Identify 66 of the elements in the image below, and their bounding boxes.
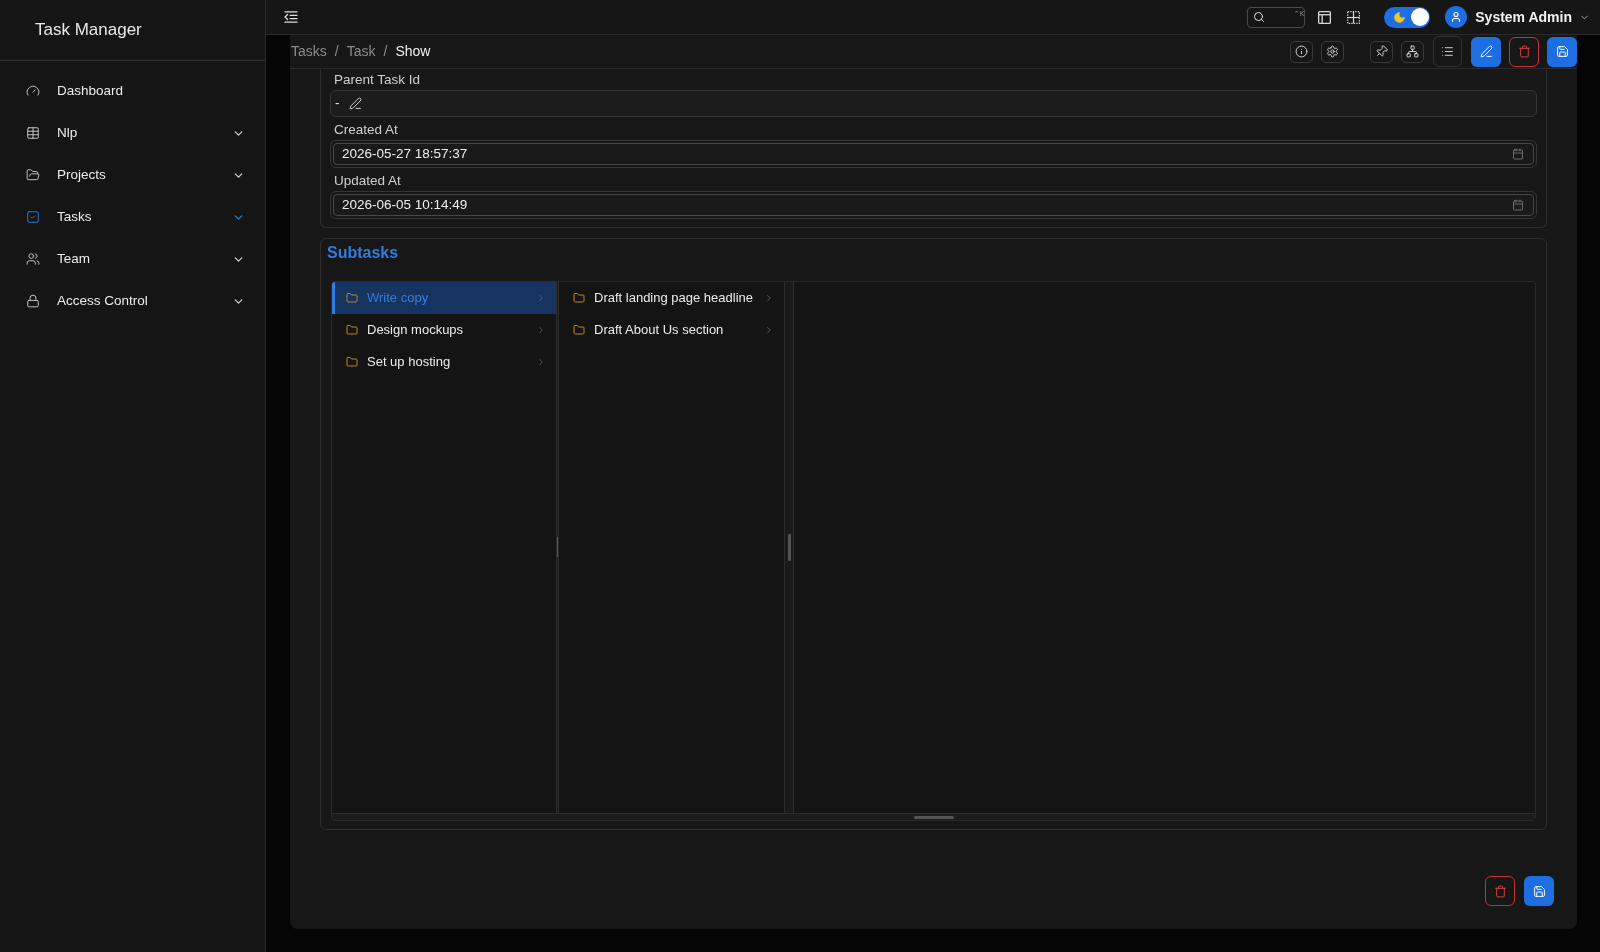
menu-icon[interactable] <box>284 11 298 23</box>
text-field[interactable]: - <box>330 90 1537 117</box>
delete-button[interactable] <box>1509 36 1539 67</box>
sidebar-item[interactable]: Access Control <box>0 280 265 322</box>
calendar-icon[interactable] <box>1512 199 1524 211</box>
list-icon <box>1441 45 1454 58</box>
folder-icon <box>346 292 358 304</box>
breadcrumb-link[interactable]: Task <box>346 41 376 62</box>
sidebar-item[interactable]: Team <box>0 238 265 280</box>
resize-handle[interactable] <box>788 534 791 561</box>
field-label: Created At <box>333 121 399 139</box>
sidebar-item[interactable]: Projects <box>0 154 265 196</box>
trash-icon <box>1493 884 1507 898</box>
hierarchy-button[interactable] <box>1401 40 1424 63</box>
sidebar-item[interactable]: Dashboard <box>0 70 265 112</box>
avatar-icon <box>1445 6 1468 28</box>
breadcrumb-current: Show <box>395 42 431 61</box>
scrollbar-thumb[interactable] <box>914 816 954 819</box>
folder-icon <box>573 292 585 304</box>
breadcrumb-separator: / <box>334 42 339 61</box>
folder-icon <box>346 356 358 368</box>
search-icon <box>1253 11 1266 23</box>
date-field[interactable]: 2026-05-27 18:57:37 <box>330 140 1537 168</box>
breadcrumb-link[interactable]: Tasks <box>291 41 327 62</box>
breadcrumb-separator: / <box>383 42 388 61</box>
grid-icon[interactable] <box>1347 10 1361 24</box>
section-title: Subtasks <box>327 243 400 263</box>
save-button[interactable] <box>1524 876 1554 906</box>
app-title: Task Manager <box>35 19 142 42</box>
calendar-icon[interactable] <box>1512 148 1524 160</box>
save-button[interactable] <box>1547 36 1577 67</box>
chevron-right-icon <box>764 293 774 303</box>
chevron-right-icon <box>536 325 546 335</box>
save-icon <box>1532 884 1546 898</box>
delete-button[interactable] <box>1485 876 1515 906</box>
list-button[interactable] <box>1433 36 1462 67</box>
save-icon <box>1555 45 1569 58</box>
date-field[interactable]: 2026-06-05 10:14:49 <box>330 191 1537 219</box>
chevron-right-icon <box>536 357 546 367</box>
settings-button[interactable] <box>1321 40 1344 63</box>
theme-toggle[interactable] <box>1384 6 1431 28</box>
info-icon <box>1295 45 1308 58</box>
tree-item[interactable]: Design mockups <box>332 314 556 346</box>
resize-handle[interactable] <box>557 537 558 557</box>
edit-button[interactable] <box>1471 36 1501 67</box>
chevron-right-icon <box>764 325 774 335</box>
field-label: Parent Task Id <box>333 71 422 89</box>
chevron-right-icon <box>536 293 546 303</box>
settings-icon <box>1326 45 1339 58</box>
hierarchy-icon <box>1406 45 1419 58</box>
pencil-icon <box>1479 45 1493 58</box>
trash-icon <box>1517 45 1531 58</box>
field-label: Updated At <box>333 172 402 190</box>
tree-item[interactable]: Draft landing page headline <box>559 282 784 314</box>
info-button[interactable] <box>1290 40 1313 63</box>
tree-item[interactable]: Draft About Us section <box>559 314 784 346</box>
moon-icon <box>1393 10 1407 24</box>
folder-icon <box>346 324 358 336</box>
pencil-icon[interactable] <box>348 97 362 110</box>
pin-button[interactable] <box>1370 40 1393 63</box>
sidebar-item[interactable]: Nlp <box>0 112 265 154</box>
sidebar-item[interactable]: Tasks <box>0 196 265 238</box>
tree-item[interactable]: Set up hosting <box>332 346 556 378</box>
user-menu-button[interactable]: System Admin <box>1445 6 1590 28</box>
layout-icon[interactable] <box>1318 10 1332 24</box>
folder-icon <box>573 324 585 336</box>
